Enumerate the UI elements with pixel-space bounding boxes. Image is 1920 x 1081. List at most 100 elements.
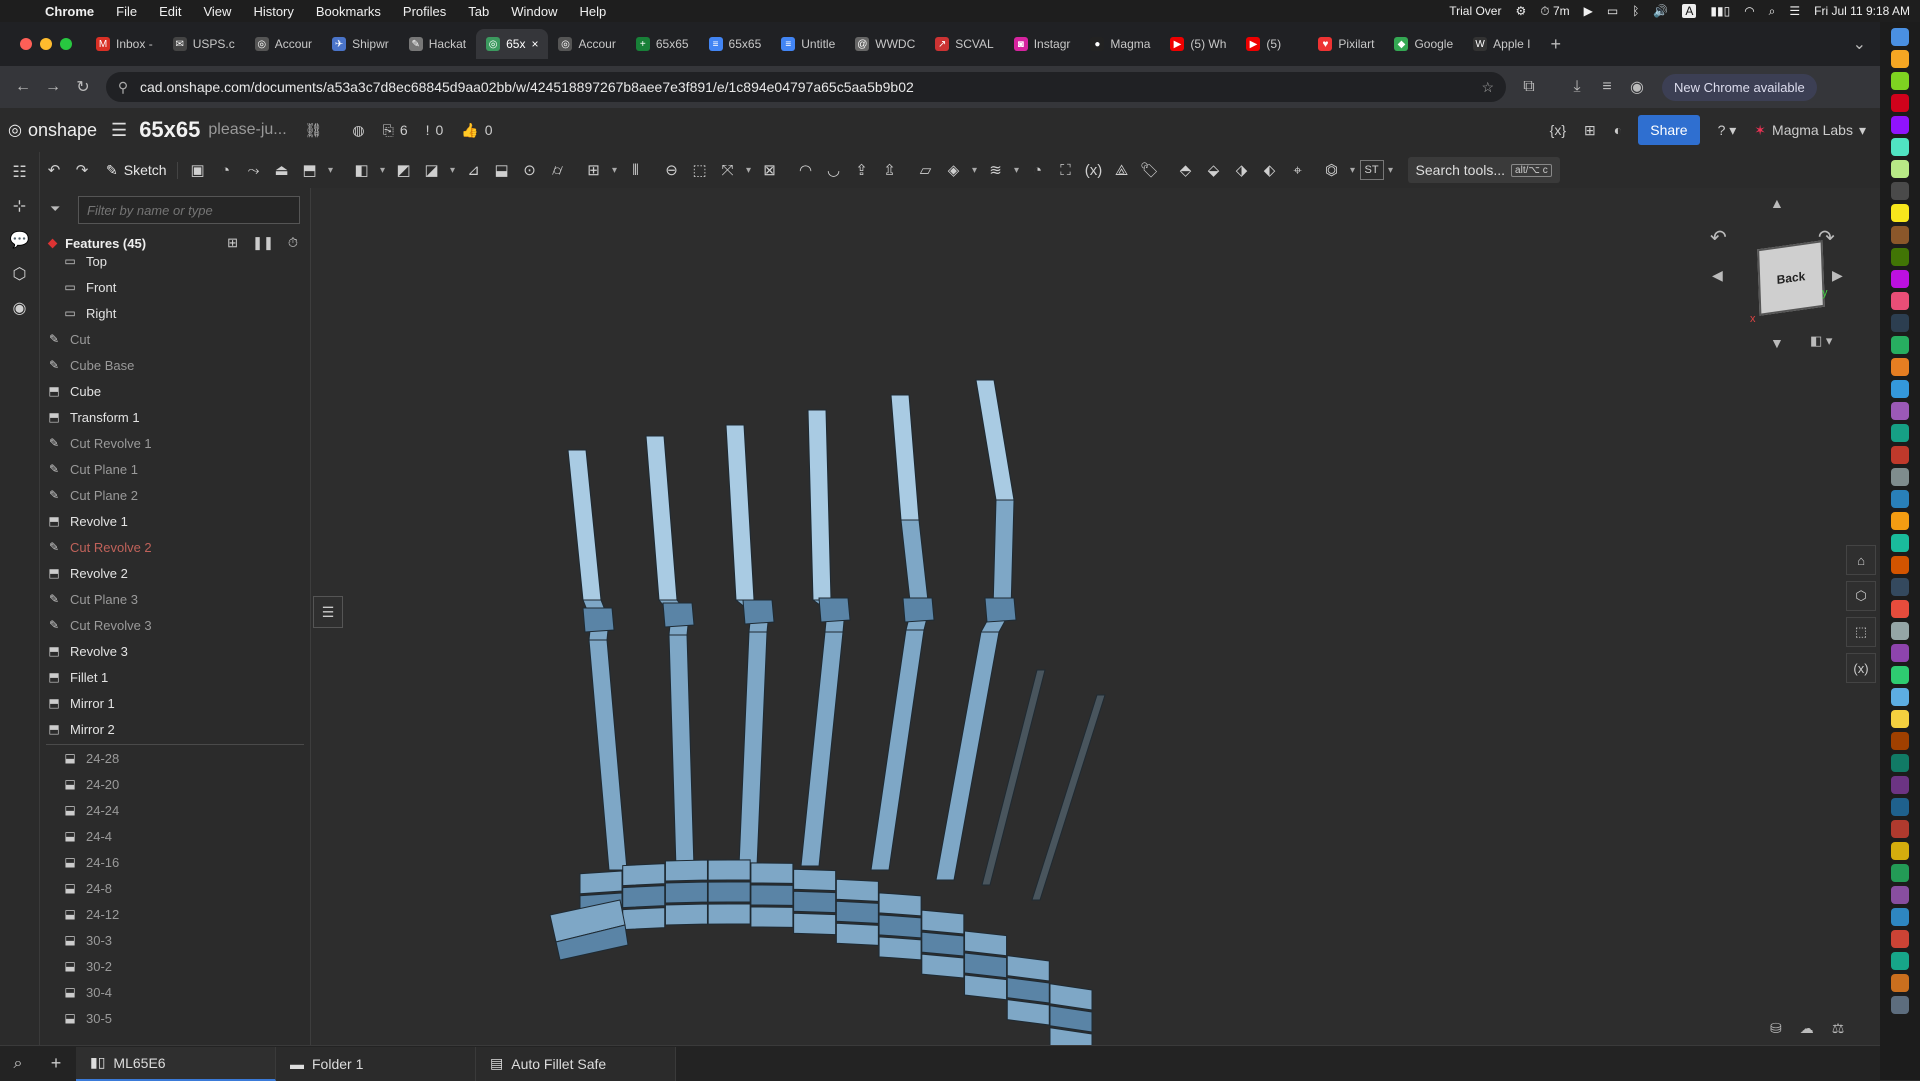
filter-icon[interactable]: ⏷ — [50, 201, 60, 217]
document-title[interactable]: 65x65 — [139, 117, 200, 143]
site-info-icon[interactable]: ⚲ — [106, 79, 140, 96]
document-subtitle[interactable]: please-ju... — [208, 121, 286, 139]
feature-item[interactable]: ✎ Cut Plane 2 — [40, 482, 310, 508]
move-face-icon[interactable]: ⇪ — [848, 156, 876, 184]
base-keycap-block[interactable] — [793, 868, 837, 892]
base-keycap-block[interactable] — [750, 862, 794, 884]
display-icon[interactable]: ▭ — [1607, 4, 1618, 18]
company-menu[interactable]: ✶ Magma Labs ▾ — [1754, 122, 1866, 139]
stabilizer-joint[interactable] — [818, 597, 851, 623]
feature-item[interactable]: ✎ Cube Base — [40, 352, 310, 378]
delete-face-icon[interactable]: ◡ — [820, 156, 848, 184]
gear-icon[interactable]: ⚙ — [1515, 4, 1526, 18]
base-keycap-block[interactable] — [964, 952, 1008, 979]
extensions-icon[interactable]: ⧉ — [1514, 78, 1544, 96]
part-item[interactable]: ⬓ 24-20 — [40, 771, 310, 797]
browser-tab[interactable]: ◙ Instagr — [1004, 29, 1081, 59]
wrap-icon[interactable]: ⌖ — [1284, 156, 1312, 184]
base-keycap-block[interactable] — [878, 892, 922, 917]
custom-feature-icon[interactable]: ⏣ — [1318, 156, 1346, 184]
feature-item[interactable]: ⬒ Mirror 2 — [40, 716, 310, 742]
stabilizer-bar-segment[interactable] — [870, 629, 925, 871]
back-icon[interactable]: ← — [8, 78, 38, 96]
split-icon[interactable]: ⬚ — [686, 156, 714, 184]
hole-icon[interactable]: ⊙ — [516, 156, 544, 184]
sheet-metal-icon[interactable]: ⟁ — [1108, 156, 1136, 184]
browser-tab[interactable]: +65x65 — [626, 29, 699, 59]
base-keycap-block[interactable] — [1006, 976, 1050, 1004]
feature-item[interactable]: ⬒ Revolve 3 — [40, 638, 310, 664]
stabilizer-bar-segment[interactable] — [800, 631, 844, 867]
stabilizer-bar-segment[interactable] — [588, 639, 628, 871]
helix-icon[interactable]: ≋ — [982, 156, 1010, 184]
dock-app-icon[interactable] — [1891, 72, 1909, 90]
feature-item[interactable]: ⬒ Revolve 1 — [40, 508, 310, 534]
battery-icon[interactable]: ▮▮▯ — [1710, 4, 1730, 18]
link-icon[interactable]: ⛓ — [305, 122, 323, 139]
apps-grid-icon[interactable]: ⊞ — [1584, 122, 1596, 139]
hamburger-menu-icon[interactable]: ☰ — [111, 120, 127, 141]
revolve-icon[interactable]: ◔ — [212, 156, 240, 184]
menu-window[interactable]: Window — [500, 4, 568, 19]
feature-item[interactable]: ⬒ Cube — [40, 378, 310, 404]
units-icon[interactable]: ⚖ — [1832, 1020, 1845, 1037]
surface-icon[interactable]: ⬙ — [1200, 156, 1228, 184]
dock-app-icon[interactable] — [1891, 908, 1909, 926]
part-item[interactable]: ⬓ 30-4 — [40, 979, 310, 1005]
dock-app-icon[interactable] — [1891, 688, 1909, 706]
feature-filter-input[interactable] — [78, 196, 300, 224]
dock-app-icon[interactable] — [1891, 226, 1909, 244]
part-item[interactable]: ⬓ 30-3 — [40, 927, 310, 953]
new-chrome-button[interactable]: New Chrome available — [1662, 73, 1817, 101]
chevron-down-icon[interactable]: ▾ — [1384, 156, 1398, 184]
sweep-icon[interactable]: ⤳ — [240, 156, 268, 184]
base-keycap-block[interactable] — [750, 884, 794, 906]
onshape-logo[interactable]: ◎ onshape — [0, 120, 97, 141]
dock-app-icon[interactable] — [1891, 512, 1909, 530]
feature-item[interactable]: ▭ Front — [40, 274, 310, 300]
dock-app-icon[interactable] — [1891, 28, 1909, 46]
keyboard-model[interactable] — [549, 379, 1106, 1045]
mirror-icon[interactable]: ⫴ — [622, 156, 650, 184]
browser-tab[interactable]: ▶ (5) Wh — [1160, 29, 1236, 59]
dock-app-icon[interactable] — [1891, 358, 1909, 376]
base-keycap-block[interactable] — [1006, 954, 1050, 982]
part-item[interactable]: ⬓ 24-4 — [40, 823, 310, 849]
play-icon[interactable]: ▶ — [1584, 4, 1593, 18]
chevron-down-icon[interactable]: ▾ — [446, 156, 460, 184]
dock-app-icon[interactable] — [1891, 446, 1909, 464]
view-options-icon[interactable]: ◧ ▾ — [1810, 333, 1832, 349]
dock-app-icon[interactable] — [1891, 248, 1909, 266]
base-keycap-block[interactable] — [835, 900, 879, 924]
feature-item[interactable]: ⬒ Fillet 1 — [40, 664, 310, 690]
feature-item[interactable]: ▭ Right — [40, 300, 310, 326]
base-keycap-block[interactable] — [835, 922, 879, 946]
base-keycap-block[interactable] — [750, 906, 794, 928]
likes-indicator[interactable]: 👍 0 — [461, 122, 492, 139]
bookmark-star-icon[interactable]: ☆ — [1481, 79, 1494, 96]
menu-profiles[interactable]: Profiles — [392, 4, 457, 19]
section-view-icon[interactable]: ⬚ — [1846, 617, 1876, 647]
view-mode-icon[interactable]: ⬡ — [1846, 581, 1876, 611]
part-item[interactable]: ⬓ 24-8 — [40, 875, 310, 901]
part-item[interactable]: ⬓ 30-2 — [40, 953, 310, 979]
stabilizer-bar-segment[interactable] — [725, 424, 755, 601]
part-item[interactable]: ⬓ 24-24 — [40, 797, 310, 823]
display-states-icon[interactable]: ⌂ — [1846, 545, 1876, 575]
feature-item[interactable]: ✎ Cut Revolve 1 — [40, 430, 310, 456]
stabilizer-bar-segment[interactable] — [807, 409, 832, 601]
stabilizer-bar-segment[interactable] — [738, 631, 768, 867]
profile-avatar[interactable]: ◉ — [1622, 77, 1652, 97]
feature-item[interactable]: ⬒ Transform 1 — [40, 404, 310, 430]
pattern-icon[interactable]: ⊞ — [580, 156, 608, 184]
stabilizer-bar-segment[interactable] — [645, 435, 678, 601]
plane-icon[interactable]: ▱ — [912, 156, 940, 184]
dock-app-icon[interactable] — [1891, 952, 1909, 970]
dock-app-icon[interactable] — [1891, 50, 1909, 68]
base-keycap-block[interactable] — [793, 912, 837, 936]
search-tabs-icon[interactable]: ⌕ — [0, 1055, 36, 1073]
graphics-icon[interactable]: ⛁ — [1770, 1020, 1782, 1037]
variables-icon[interactable]: {x} — [1550, 122, 1566, 138]
base-keycap-block[interactable] — [1006, 998, 1050, 1026]
section-icon[interactable]: ⛶ — [1052, 156, 1080, 184]
